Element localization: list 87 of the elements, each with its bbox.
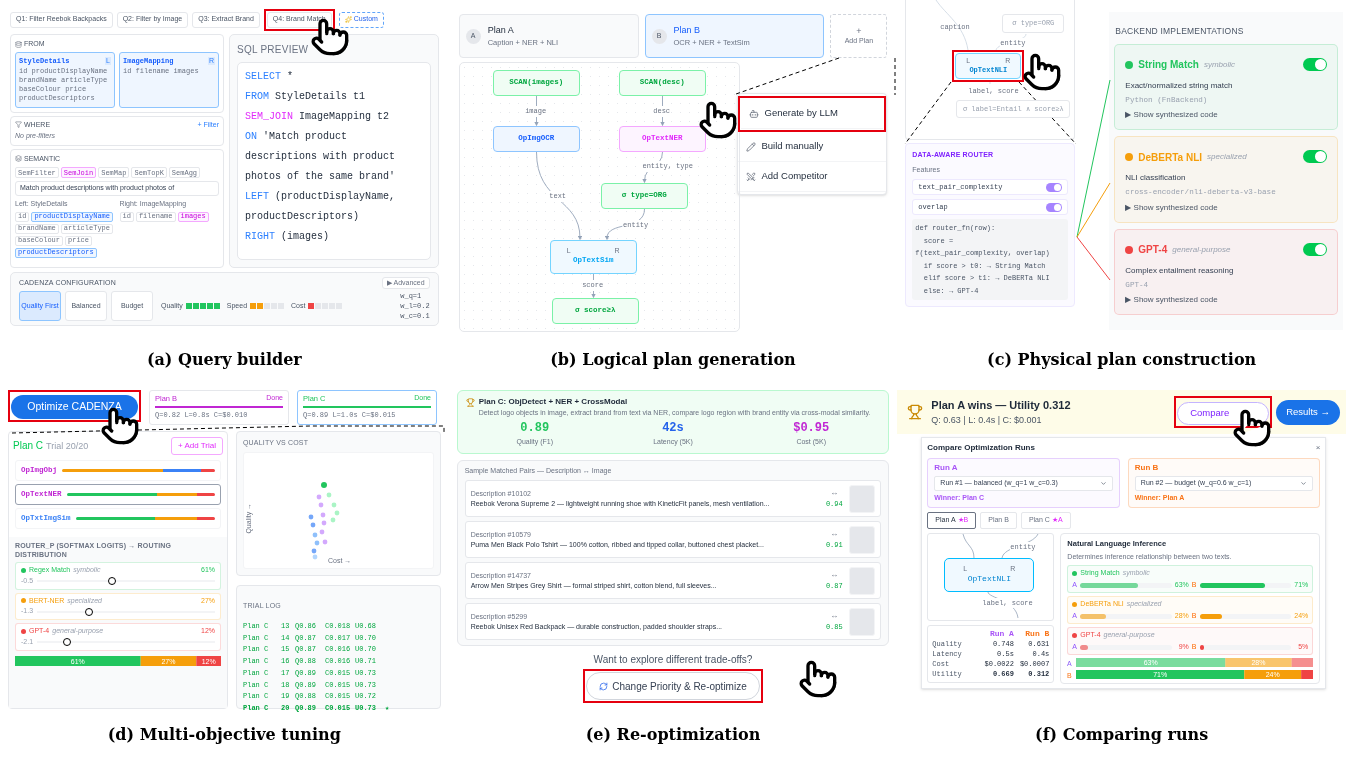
sparkle-icon [344,16,352,23]
toggle-switch[interactable] [1046,182,1063,192]
filter-icon [15,121,22,129]
slider-thumb[interactable] [63,638,72,646]
product-photo-placeholder [849,607,876,636]
layers-icon [15,155,22,163]
robot-icon [748,108,759,119]
toggle-switch[interactable] [1303,57,1328,71]
pointing-hand-icon [798,659,839,699]
toggle-switch[interactable] [1303,150,1328,164]
code-line: FROM StyleDetails t1 [245,90,367,104]
trial-progress: Trial 20/20 [46,440,89,454]
link-symbol: ↔ [830,528,839,541]
figure-caption: (d) Multi-objective tuning [107,724,341,746]
metric-value: 42s [662,420,684,437]
backend-description: Exact/normalized string match [1125,79,1234,92]
plan-title: Plan C: ObjDetect + NER + CrossModal [478,396,628,408]
segmented-meter [308,303,343,309]
run-label: Run B [1134,462,1160,474]
figure-caption: (e) Re-optimization [585,724,761,746]
pencil-icon [745,141,756,152]
prompt-text: Want to explore different trade-offs? [593,653,753,667]
crossed-swords-icon [745,171,756,182]
link-symbol: ↔ [830,610,839,623]
column-header: Run B [1024,628,1050,639]
backend-tag: general-purpose [1172,243,1231,256]
close-button[interactable]: × [1315,442,1321,454]
figure-caption: (f) Comparing runs [1035,724,1209,746]
product-photo-placeholder [849,484,876,513]
plan-name: Plan A [487,23,515,37]
table-icon [15,40,22,48]
segmented-meter [250,303,285,309]
plan-name: Plan C [13,439,43,454]
results-button[interactable]: Results → [1276,399,1340,425]
reoptimize-button[interactable]: Change Priority & Re-optimize [586,672,760,700]
chevron-down-icon [1099,480,1107,487]
segmented-meter [185,303,220,309]
backend-tag: symbolic [1203,58,1235,71]
menu-item[interactable]: Generate by LLM [740,99,884,129]
menu-item[interactable]: Add Competitor [737,162,887,192]
slider-thumb[interactable] [84,607,93,616]
refresh-icon [599,681,609,691]
backend-description: Complex entailment reasoning [1125,264,1235,277]
winner-title: Plan A wins — Utility 0.312 [931,398,1071,413]
optimize-button[interactable]: Optimize CADENZA [11,394,138,419]
metric-value: 0.89 [520,420,550,437]
menu-item[interactable]: Build manually [737,132,887,162]
backend-name: GPT-4 [1138,243,1168,258]
code-line: LEFT (productDisplayName, [245,190,397,204]
link-symbol: ↔ [830,569,839,582]
backend-description: NLI classification [1125,172,1187,185]
run-label: Run A [934,462,959,474]
figure-caption: (a) Query builder [146,349,302,371]
link-symbol: ↔ [830,487,839,500]
backend-name: DeBERTa NLI [1138,150,1203,165]
product-photo-placeholder [849,566,876,595]
toggle-switch[interactable] [1303,242,1328,256]
code-line: SELECT * [245,70,295,84]
pointing-hand-icon [1022,52,1063,92]
plan-name: Plan B [673,23,702,37]
section-title: SQL PREVIEW [237,43,310,57]
section-title: BACKEND IMPLEMENTATIONS [1114,25,1245,38]
dialog-title: Compare Optimization Runs [927,442,1035,454]
code-line: ON 'Match product [245,130,349,144]
figure-caption: (b) Logical plan generation [550,349,796,371]
column-header: Run A [988,628,1014,639]
add-trial-button[interactable]: + Add Trial [170,437,223,455]
trophy-icon [907,404,924,420]
code-line: productDescriptors) [245,210,361,224]
show-code-link[interactable]: ▶ Show synthesized code [1125,109,1328,122]
product-photo-placeholder [849,525,876,554]
code-line: descriptions with product [245,150,397,164]
metric-value: $0.95 [793,420,830,437]
backend-tag: specialized [1207,151,1247,164]
node-label: OpTextNLI [967,572,1011,585]
show-code-link[interactable]: ▶ Show synthesized code [1125,293,1328,306]
slider-thumb[interactable] [107,577,116,585]
trophy-icon [465,397,475,407]
backend-name: String Match [1138,58,1199,73]
toggle-switch[interactable] [1046,202,1063,212]
figure-caption: (c) Physical plan construction [987,349,1257,371]
chevron-down-icon [1300,480,1308,487]
code-line: SEM_JOIN ImageMapping t2 [245,110,391,124]
winner-stats: Q: 0.63 | L: 0.4s | C: $0.001 [931,413,1043,427]
code-line: RIGHT (images) [245,230,331,244]
show-code-link[interactable]: ▶ Show synthesized code [1125,201,1328,214]
code-line: photos of the same brand' [245,170,397,184]
